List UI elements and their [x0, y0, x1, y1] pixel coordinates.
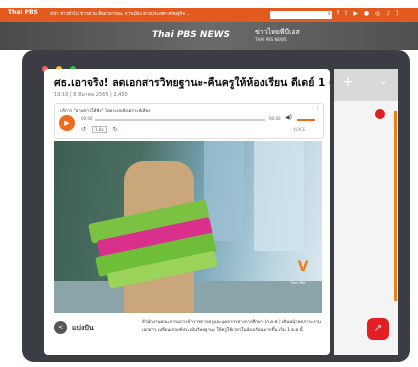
thaipbs-watermark-icon: V: [297, 259, 309, 275]
youtube-icon[interactable]: ▶: [353, 10, 360, 17]
share-button[interactable]: < แบ่งปัน: [54, 321, 114, 335]
player-label: บริการ "อ่านข่าวให้ฟัง" โดยระบบสังเคราะห…: [60, 109, 151, 114]
side-header: + ⌄: [334, 69, 398, 101]
rss-icon[interactable]: ): [396, 10, 400, 17]
window-light: [254, 141, 304, 251]
forward-icon[interactable]: ↻: [113, 126, 118, 133]
play-button[interactable]: ▶: [59, 115, 75, 131]
social-icons: f t ▶ ● ◎ ♪ ): [337, 10, 400, 17]
more-icon[interactable]: ⋮: [315, 106, 320, 112]
progress-bar[interactable]: [95, 119, 265, 121]
article-photo: V Thai PBS: [54, 141, 322, 313]
voice-brand: VOICE: [293, 127, 306, 132]
article-title: ศธ.เอาจริง! ลดเอกสารวิทยฐานะ-คืนครูให้ห้…: [54, 77, 330, 89]
article-body: สำนักงานคณะกรรมการข้าราชการครูและบุคลากร…: [142, 320, 321, 333]
rewind-icon[interactable]: ↺: [81, 126, 86, 133]
orange-scrollbar[interactable]: [394, 111, 397, 301]
article-meta: 19:10 | 8 มีนาคม 2565 | 2,450: [54, 92, 128, 98]
nav-links[interactable]: หน้า ข่าวทั่วไป ข่าวด่วน สื่อสาธารณะ การ…: [50, 10, 191, 17]
facebook-icon[interactable]: f: [337, 10, 341, 17]
player-controls: ↺ 1.0x ↻: [81, 126, 118, 133]
tiktok-icon[interactable]: ♪: [386, 10, 392, 17]
article-panel: ศธ.เอาจริง! ลดเอกสารวิทยฐานะ-คืนครูให้ห้…: [44, 69, 330, 355]
banner-english-name: THAI PBS NEWS: [255, 37, 287, 42]
side-panel: + ⌄ ↗: [334, 69, 398, 355]
top-navbar: Thai PBS หน้า ข่าวทั่วไป ข่าวด่วน สื่อสา…: [0, 8, 418, 22]
twitter-icon[interactable]: t: [345, 10, 349, 17]
thaipbs-news-logo[interactable]: Thai PBS NEWS: [152, 30, 230, 40]
instagram-icon[interactable]: ◎: [375, 10, 382, 17]
news-banner: Thai PBS NEWS ข่าวไทยพีบีเอส THAI PBS NE…: [0, 22, 418, 50]
search-icon[interactable]: ⌕: [328, 10, 331, 18]
share-arrow-button[interactable]: ↗: [367, 318, 389, 340]
time-end: 00:00: [269, 116, 281, 121]
share-label: แบ่งปัน: [72, 324, 94, 332]
speed-button[interactable]: 1.0x: [91, 126, 107, 133]
folders-stack: [88, 199, 220, 292]
volume-icon[interactable]: ◀): [285, 114, 292, 121]
audio-player: บริการ "อ่านข่าวให้ฟัง" โดยระบบสังเคราะห…: [54, 103, 324, 139]
red-dot-marker: [375, 109, 385, 119]
search-input[interactable]: ⌕: [270, 10, 332, 19]
line-icon[interactable]: ●: [364, 10, 371, 17]
volume-slider[interactable]: [297, 119, 315, 121]
browser-frame: ศธ.เอาจริง! ลดเอกสารวิทยฐานะ-คืนครูให้ห้…: [22, 50, 410, 362]
thaipbs-logo[interactable]: Thai PBS: [8, 9, 38, 16]
watermark-text: Thai PBS: [290, 281, 306, 285]
time-start: 00:00: [81, 116, 93, 121]
chevron-down-icon[interactable]: ⌄: [379, 76, 387, 87]
plus-icon[interactable]: +: [342, 74, 354, 90]
share-icon[interactable]: <: [54, 321, 67, 334]
